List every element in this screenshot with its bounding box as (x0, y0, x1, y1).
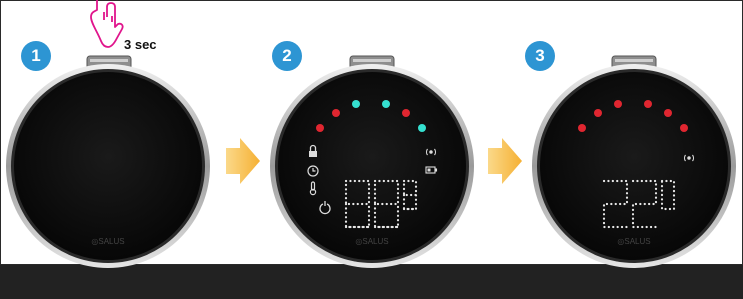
thermostat-test: ◎SALUS (270, 55, 474, 268)
salus-logo: ◎SALUS (91, 237, 124, 246)
step-badge-3: 3 (525, 41, 555, 71)
step-badge-2: 2 (272, 41, 302, 71)
next-arrow-1 (226, 138, 260, 184)
thermostat-ready: ◎SALUS (532, 55, 736, 268)
next-arrow-2 (488, 138, 522, 184)
illustration-layer: ◎SALUS ◎SALUS ◎SALUS (6, 0, 736, 268)
thermostat-off: ◎SALUS (6, 55, 210, 268)
hold-duration-label: 3 sec (124, 37, 157, 52)
salus-logo: ◎SALUS (355, 237, 388, 246)
hand-press-icon (90, 0, 124, 48)
salus-logo: ◎SALUS (617, 237, 650, 246)
step-badge-1: 1 (21, 41, 51, 71)
